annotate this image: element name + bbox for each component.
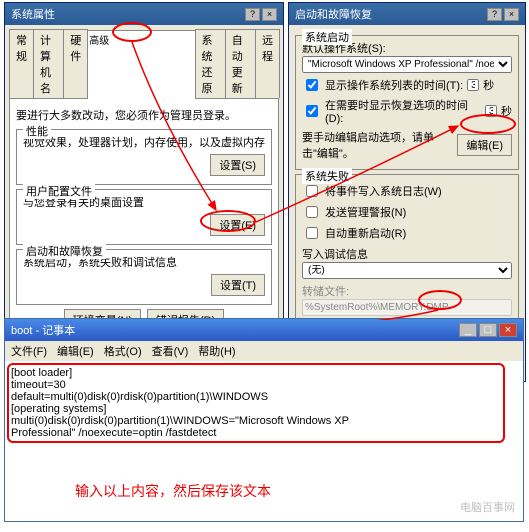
tab-strip: 常规 计算机名 硬件 高级 系统还原 自动更新 远程 — [5, 25, 283, 98]
write-log-checkbox[interactable] — [306, 185, 318, 197]
notepad-window: boot - 记事本 _ □ × 文件(F) 编辑(E) 格式(O) 查看(V)… — [4, 318, 524, 522]
tab-auto-update[interactable]: 自动更新 — [225, 29, 256, 98]
admin-note: 要进行大多数改动，您必须作为管理员登录。 — [16, 107, 272, 123]
watermark: 电脑百事网 — [460, 499, 515, 515]
edit-button[interactable]: 编辑(E) — [457, 134, 512, 156]
sys-startup-legend: 系统启动 — [302, 29, 352, 45]
tab-remote[interactable]: 远程 — [255, 29, 280, 98]
edit-note: 要手动编辑启动选项，请单击"编辑"。 — [302, 129, 451, 161]
titlebar: 启动和故障恢复 ? × — [289, 3, 525, 25]
recovery-time-input[interactable] — [485, 105, 497, 117]
auto-restart-label: 自动重新启动(R) — [325, 225, 406, 241]
maximize-icon[interactable]: □ — [479, 323, 497, 337]
startup-group: 启动和故障恢复 系统启动，系统失败和调试信息 设置(T) — [16, 249, 272, 305]
title-text: boot - 记事本 — [11, 322, 75, 338]
show-os-list-label: 显示操作系统列表的时间(T): — [325, 77, 463, 93]
tab-system-restore[interactable]: 系统还原 — [195, 29, 226, 98]
performance-group: 性能 视觉效果，处理器计划，内存使用，以及虚拟内存 设置(S) — [16, 129, 272, 185]
sec-label: 秒 — [483, 77, 494, 93]
menu-edit[interactable]: 编辑(E) — [57, 343, 94, 359]
dump-file-input — [302, 299, 512, 316]
dump-file-label: 转储文件: — [302, 283, 512, 299]
perf-text: 视觉效果，处理器计划，内存使用，以及虚拟内存 — [23, 134, 265, 150]
perf-legend: 性能 — [23, 123, 51, 139]
menu-file[interactable]: 文件(F) — [11, 343, 47, 359]
auto-restart-checkbox[interactable] — [306, 227, 318, 239]
debug-info-select[interactable]: (无) — [302, 262, 512, 279]
highlight-box — [7, 363, 505, 443]
tab-general[interactable]: 常规 — [9, 29, 34, 98]
close-icon[interactable]: × — [262, 8, 277, 21]
debug-info-label: 写入调试信息 — [302, 246, 512, 262]
menu-format[interactable]: 格式(O) — [104, 343, 142, 359]
menu-bar: 文件(F) 编辑(E) 格式(O) 查看(V) 帮助(H) — [5, 341, 523, 361]
tab-advanced[interactable]: 高级 — [87, 30, 195, 99]
userprof-legend: 用户配置文件 — [23, 183, 95, 199]
userprof-settings-button[interactable]: 设置(E) — [210, 214, 265, 236]
tab-computer-name[interactable]: 计算机名 — [33, 29, 64, 98]
failure-legend: 系统失败 — [302, 168, 352, 184]
text-area[interactable]: [boot loader] timeout=30 default=multi(0… — [5, 361, 523, 521]
show-os-list-checkbox[interactable] — [306, 79, 318, 91]
advanced-panel: 要进行大多数改动，您必须作为管理员登录。 性能 视觉效果，处理器计划，内存使用，… — [9, 98, 279, 338]
title-text: 系统属性 — [11, 6, 55, 22]
minimize-icon[interactable]: _ — [459, 323, 477, 337]
titlebar: boot - 记事本 _ □ × — [5, 319, 523, 341]
startup-legend: 启动和故障恢复 — [23, 243, 106, 259]
titlebar: 系统属性 ? × — [5, 3, 283, 25]
instruction-note: 输入以上内容，然后保存该文本 — [75, 481, 271, 501]
startup-settings-button[interactable]: 设置(T) — [211, 274, 265, 296]
help-icon[interactable]: ? — [245, 8, 260, 21]
write-log-label: 将事件写入系统日志(W) — [325, 183, 442, 199]
menu-help[interactable]: 帮助(H) — [198, 343, 235, 359]
close-icon[interactable]: × — [504, 8, 519, 21]
send-alert-label: 发送管理警报(N) — [325, 204, 406, 220]
show-recovery-label: 在需要时显示恢复选项的时间(D): — [325, 97, 481, 125]
tab-hardware[interactable]: 硬件 — [63, 29, 88, 98]
os-list-time-input[interactable] — [467, 79, 479, 91]
show-recovery-checkbox[interactable] — [306, 105, 318, 117]
default-os-select[interactable]: "Microsoft Windows XP Professional" /noe… — [302, 56, 512, 73]
help-icon[interactable]: ? — [487, 8, 502, 21]
send-alert-checkbox[interactable] — [306, 206, 318, 218]
title-text: 启动和故障恢复 — [295, 6, 372, 22]
userprofile-group: 用户配置文件 与您登录有关的桌面设置 设置(E) — [16, 189, 272, 245]
system-startup-group: 系统启动 默认操作系统(S): "Microsoft Windows XP Pr… — [295, 35, 519, 170]
close-icon[interactable]: × — [499, 323, 517, 337]
sec-label: 秒 — [501, 103, 512, 119]
perf-settings-button[interactable]: 设置(S) — [210, 154, 265, 176]
menu-view[interactable]: 查看(V) — [152, 343, 189, 359]
